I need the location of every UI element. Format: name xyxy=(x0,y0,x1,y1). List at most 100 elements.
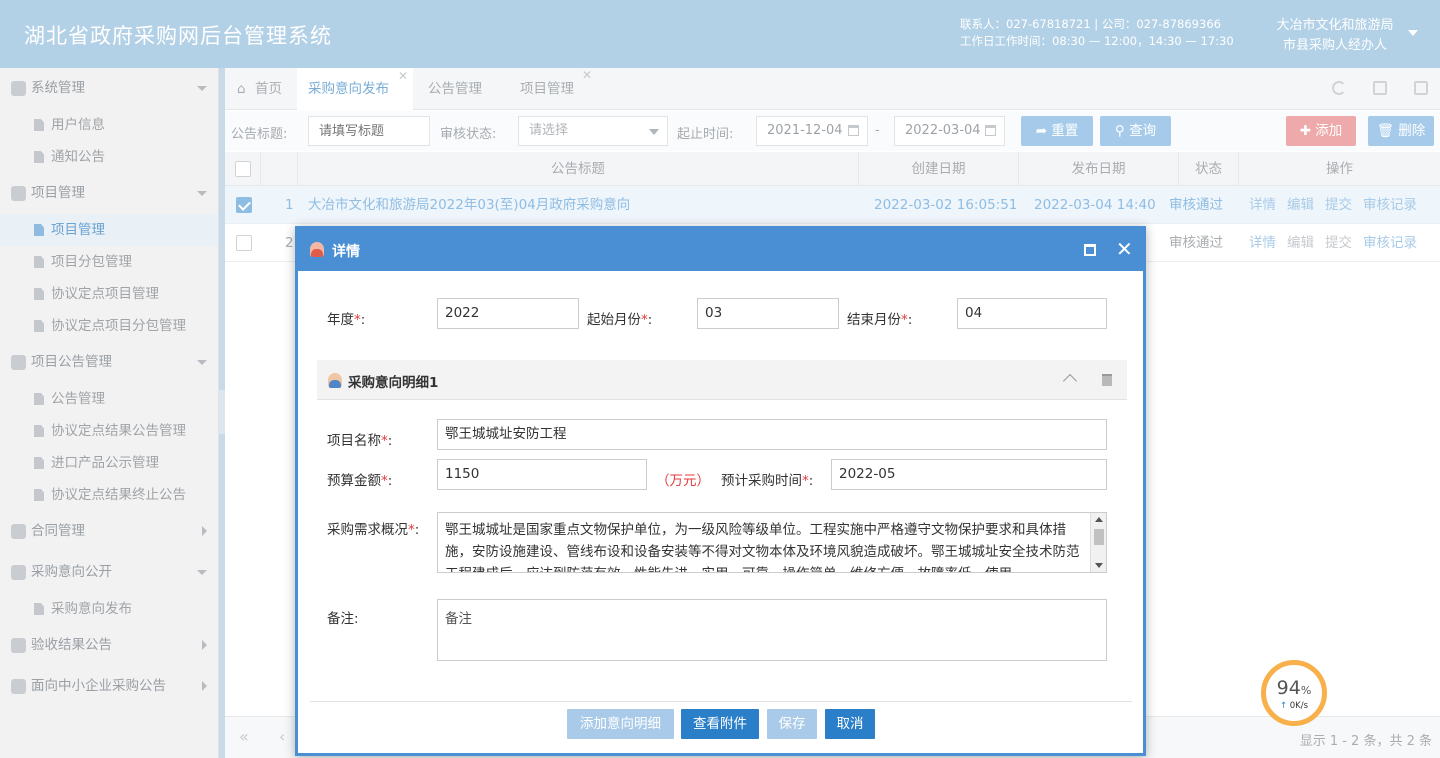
trash-icon[interactable] xyxy=(1102,374,1112,386)
app-header: 湖北省政府采购网后台管理系统 联系人：027-67818721 | 公司：027… xyxy=(0,0,1440,68)
reset-button[interactable]: ➦ 重置 xyxy=(1021,116,1093,146)
chevron-up-icon[interactable] xyxy=(1062,373,1078,389)
add-detail-button[interactable]: 添加意向明细 xyxy=(567,709,674,739)
project-name-field[interactable]: 鄂王城城址安防工程 xyxy=(437,419,1107,450)
gauge-percent: 94 xyxy=(1276,677,1301,699)
trash-icon: 🗑 xyxy=(1376,123,1399,139)
sidebar-item-notices[interactable]: 通知公告 xyxy=(0,141,218,173)
user-menu[interactable]: 大冶市文化和旅游局 市县采购人经办人 xyxy=(1260,16,1410,56)
start-month-field[interactable]: 03 xyxy=(697,298,839,329)
scroll-thumb[interactable] xyxy=(1094,529,1104,545)
chevron-down-icon xyxy=(197,86,207,91)
maximize-icon[interactable] xyxy=(1084,244,1096,256)
sidebar-item-agreement-package[interactable]: 协议定点项目分包管理 xyxy=(0,310,218,342)
sidebar-group-contracts[interactable]: 合同管理 xyxy=(0,511,218,552)
sidebar-group-announcements[interactable]: 项目公告管理 xyxy=(0,342,218,383)
sidebar-group-sme[interactable]: 面向中小企业采购公告 xyxy=(0,666,218,707)
sidebar-item-user-info[interactable]: 用户信息 xyxy=(0,109,218,141)
person-icon xyxy=(328,373,342,388)
scroll-down-icon[interactable] xyxy=(1095,563,1103,568)
row-checkbox[interactable] xyxy=(236,197,252,213)
contract-icon xyxy=(11,524,26,539)
cancel-button[interactable]: 取消 xyxy=(825,709,875,739)
submit-link[interactable]: 提交 xyxy=(1325,186,1352,224)
status-select[interactable]: 请选择 xyxy=(518,116,668,146)
file-icon xyxy=(34,119,44,131)
detail-link[interactable]: 详情 xyxy=(1249,224,1276,262)
end-date-input[interactable]: 2022-03-04 xyxy=(894,116,1005,146)
sidebar-item-intention-publish[interactable]: 采购意向发布 xyxy=(0,593,218,625)
note-textarea[interactable]: 备注 xyxy=(437,599,1107,661)
sidebar-item-announcement-manage[interactable]: 公告管理 xyxy=(0,383,218,415)
audit-record-link[interactable]: 审核记录 xyxy=(1363,186,1417,224)
camera-icon xyxy=(11,355,26,370)
sidebar-group-acceptance[interactable]: 验收结果公告 xyxy=(0,625,218,666)
add-button[interactable]: ✚ 添加 xyxy=(1286,116,1356,146)
calendar-icon[interactable] xyxy=(985,125,996,136)
start-date-input[interactable]: 2021-12-04 xyxy=(756,116,868,146)
close-tab-icon[interactable]: ✕ xyxy=(582,54,592,96)
tab-home[interactable]: ⌂ 首页 xyxy=(225,68,297,110)
stamp-icon xyxy=(11,638,26,653)
chevron-down-icon xyxy=(649,129,659,135)
file-icon xyxy=(34,603,44,615)
splitter-handle[interactable] xyxy=(219,390,225,434)
tab-announcement-manage[interactable]: 公告管理 xyxy=(413,68,503,110)
user-role: 市县采购人经办人 xyxy=(1282,38,1387,53)
sidebar-item-agreement-project[interactable]: 协议定点项目管理 xyxy=(0,278,218,310)
delete-button[interactable]: 🗑 删除 xyxy=(1368,116,1434,146)
sidebar-item-agreement-result[interactable]: 协议定点结果公告管理 xyxy=(0,415,218,447)
file-icon xyxy=(34,288,44,300)
refresh-icon[interactable] xyxy=(1332,81,1346,95)
sidebar-item-project-manage[interactable]: 项目管理 xyxy=(0,214,218,246)
submit-link[interactable]: 提交 xyxy=(1325,224,1352,262)
sidebar-group-intention[interactable]: 采购意向公开 xyxy=(0,552,218,593)
detail-dialog: 详情 ✕ 年度*: 2022 起始月份*: 03 结束月份*: 04 采购意向明… xyxy=(295,226,1146,756)
sidebar-item-import-products[interactable]: 进口产品公示管理 xyxy=(0,447,218,479)
newspaper-icon xyxy=(11,679,26,694)
sidebar-group-projects[interactable]: 项目管理 xyxy=(0,173,218,214)
end-month-label: 结束月份*: xyxy=(847,312,913,328)
chevron-down-icon xyxy=(197,570,207,575)
close-icon[interactable]: ✕ xyxy=(1116,237,1133,261)
close-tab-icon[interactable]: ✕ xyxy=(398,55,408,97)
file-icon xyxy=(34,393,44,405)
end-month-field[interactable]: 04 xyxy=(957,298,1107,329)
file-icon xyxy=(34,151,44,163)
select-all-checkbox[interactable] xyxy=(235,161,251,177)
save-button[interactable]: 保存 xyxy=(767,709,817,739)
table-row[interactable]: 1 大冶市文化和旅游局2022年03(至)04月政府采购意向 2022-03-0… xyxy=(225,186,1440,224)
row-checkbox[interactable] xyxy=(236,235,252,251)
budget-field[interactable]: 1150 xyxy=(437,459,647,490)
detail-link[interactable]: 详情 xyxy=(1249,186,1276,224)
sidebar-item-project-package[interactable]: 项目分包管理 xyxy=(0,246,218,278)
arrow-up-icon: ↑ xyxy=(1279,701,1288,711)
plan-time-label: 预计采购时间*: xyxy=(721,473,814,489)
network-gauge-widget[interactable]: 94% ↑ 0K/s xyxy=(1261,660,1327,726)
textarea-scrollbar[interactable] xyxy=(1090,513,1106,572)
plan-time-field[interactable]: 2022-05 xyxy=(831,459,1107,490)
scroll-up-icon[interactable] xyxy=(1095,517,1103,522)
row-number: 1 xyxy=(285,197,294,213)
query-button[interactable]: ⚲ 查询 xyxy=(1100,116,1171,146)
calendar-icon[interactable] xyxy=(848,125,859,136)
row-title-link[interactable]: 大冶市文化和旅游局2022年03(至)04月政府采购意向 xyxy=(308,186,630,224)
title-search-input[interactable] xyxy=(308,116,430,146)
tab-intention-publish[interactable]: 采购意向发布 ✕ xyxy=(297,68,413,111)
prev-page-icon[interactable]: ‹ xyxy=(279,727,285,746)
year-field[interactable]: 2022 xyxy=(437,298,579,329)
tab-project-manage[interactable]: 项目管理 ✕ xyxy=(508,68,598,110)
sidebar-item-agreement-termination[interactable]: 协议定点结果终止公告 xyxy=(0,479,218,511)
user-menu-caret-icon[interactable] xyxy=(1408,30,1418,36)
requirement-textarea[interactable]: 鄂王城城址是国家重点文物保护单位，为一级风险等级单位。工程实施中严格遵守文物保护… xyxy=(437,512,1107,573)
audit-record-link[interactable]: 审核记录 xyxy=(1363,224,1417,262)
budget-unit: （万元） xyxy=(656,473,710,489)
status-badge: 审核通过 xyxy=(1169,197,1223,213)
edit-link[interactable]: 编辑 xyxy=(1287,186,1314,224)
edit-link[interactable]: 编辑 xyxy=(1287,224,1314,262)
first-page-icon[interactable]: « xyxy=(239,727,249,746)
open-new-window-icon[interactable] xyxy=(1373,81,1387,95)
sidebar-group-system[interactable]: 系统管理 xyxy=(0,68,218,109)
view-attachments-button[interactable]: 查看附件 xyxy=(681,709,759,739)
fullscreen-icon[interactable] xyxy=(1414,81,1428,95)
